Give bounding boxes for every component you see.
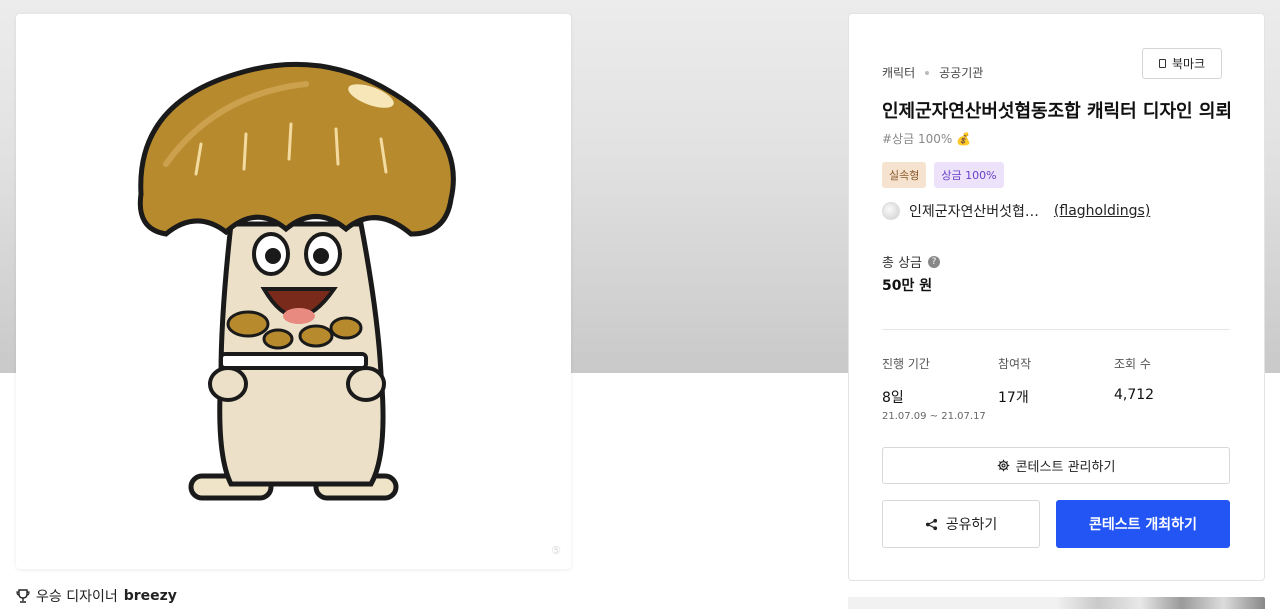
- host-id[interactable]: (flagholdings): [1054, 203, 1150, 219]
- contest-title: 인제군자연산버섯협동조합 캐릭터 디자인 의뢰: [882, 101, 1232, 122]
- contest-info-panel: 캐릭터 공공기관 북마크 인제군자연산버섯협동조합 캐릭터 디자인 의뢰 #상금…: [848, 13, 1265, 581]
- breadcrumb: 캐릭터 공공기관: [882, 64, 983, 81]
- watermark: ⑤: [551, 544, 561, 557]
- host-name: 인제군자연산버섯협…: [909, 204, 1039, 220]
- stat-label: 진행 기간: [882, 357, 930, 371]
- bookmark-label: 북마크: [1171, 57, 1206, 71]
- stat-period: 진행 기간 8일 21.07.09 ~ 21.07.17: [882, 355, 986, 422]
- share-label: 공유하기: [945, 517, 998, 533]
- manage-contest-button[interactable]: 콘테스트 관리하기: [882, 447, 1230, 484]
- tag-prize: 상금 100%: [934, 162, 1004, 188]
- trophy-icon: [16, 589, 30, 603]
- host-info[interactable]: 인제군자연산버섯협… (flagholdings): [882, 201, 1150, 221]
- help-icon[interactable]: ?: [928, 255, 941, 268]
- stat-entries: 참여작 17개: [998, 355, 1031, 407]
- stat-label: 조회 수: [1114, 357, 1151, 371]
- stat-value: 8일: [882, 390, 904, 406]
- share-icon: [925, 518, 937, 530]
- winner-name[interactable]: breezy: [124, 588, 177, 604]
- bookmark-button[interactable]: 북마크: [1142, 48, 1222, 79]
- winner-caption: 우승 디자이너 breezy: [16, 586, 177, 606]
- bookmark-icon: [1158, 59, 1166, 68]
- tag-list: 실속형 상금 100%: [882, 162, 1004, 188]
- manage-label: 콘테스트 관리하기: [1015, 460, 1116, 475]
- gear-icon: [997, 459, 1009, 472]
- avatar: [882, 202, 900, 220]
- winning-artwork[interactable]: ⑤: [16, 14, 571, 569]
- category-public[interactable]: 공공기관: [939, 64, 983, 81]
- winner-label: 우승 디자이너: [36, 589, 118, 605]
- host-button-label: 콘테스트 개최하기: [1089, 517, 1197, 533]
- total-prize-label: 총 상금 ?: [882, 252, 941, 271]
- stat-value: 4,712: [1114, 387, 1155, 403]
- category-character[interactable]: 캐릭터: [882, 64, 915, 81]
- separator-dot: [925, 70, 930, 75]
- stat-dates: 21.07.09 ~ 21.07.17: [882, 411, 986, 422]
- mushroom-character-illustration: [137, 61, 456, 501]
- next-card-preview: [848, 597, 1265, 609]
- stat-value: 17개: [998, 390, 1029, 406]
- divider: [882, 329, 1230, 330]
- stat-label: 참여작: [998, 357, 1032, 371]
- hashtag: #상금 100% 💰: [882, 132, 972, 146]
- tag-value: 실속형: [882, 162, 927, 188]
- stat-views: 조회 수 4,712: [1114, 355, 1154, 403]
- prize-label-text: 총 상금: [882, 256, 923, 271]
- share-button[interactable]: 공유하기: [882, 500, 1040, 548]
- host-contest-button[interactable]: 콘테스트 개최하기: [1056, 500, 1230, 548]
- total-prize-value: 50만 원: [882, 278, 933, 294]
